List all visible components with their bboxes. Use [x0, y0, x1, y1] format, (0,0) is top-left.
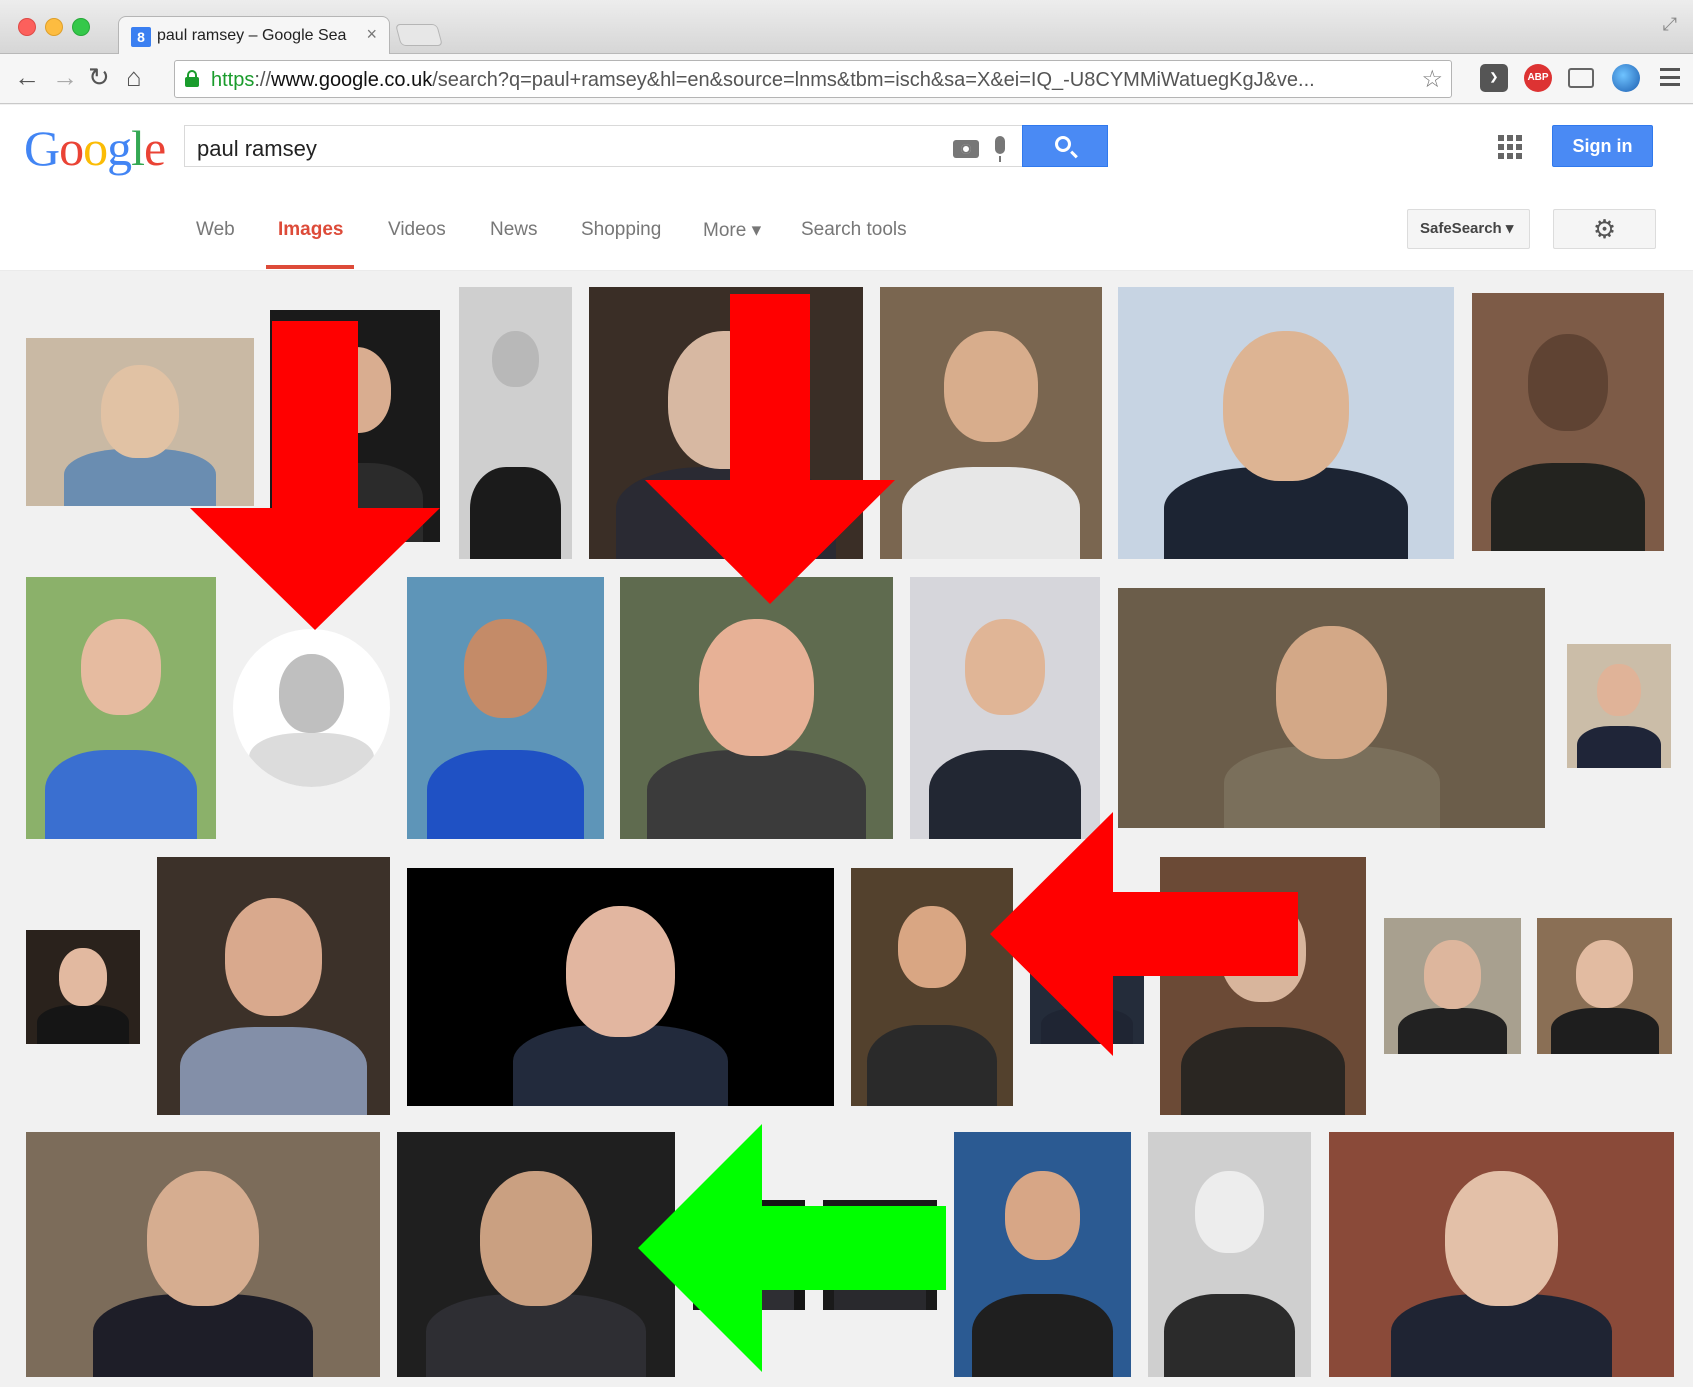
browser-tab[interactable]: 8 paul ramsey – Google Sear × — [118, 16, 390, 55]
image-result-thumbnail[interactable] — [1118, 287, 1454, 559]
nav-news[interactable]: News — [490, 219, 538, 241]
new-tab-button[interactable] — [395, 24, 443, 46]
title-bar: 8 paul ramsey – Google Sear × ⤢ — [0, 0, 1693, 55]
browser-window: 8 paul ramsey – Google Sear × ⤢ ← → ↻ ⌂ … — [0, 0, 1693, 1387]
google-logo[interactable]: Google — [24, 119, 166, 177]
image-result-thumbnail[interactable] — [1567, 644, 1671, 768]
image-result-thumbnail[interactable] — [26, 338, 254, 506]
image-result-thumbnail[interactable] — [1148, 1132, 1311, 1377]
image-result-thumbnail[interactable] — [620, 577, 893, 839]
image-result-thumbnail[interactable] — [26, 1132, 380, 1377]
safesearch-button[interactable]: SafeSearch ▾ — [1407, 209, 1530, 249]
nav-search-tools[interactable]: Search tools — [801, 219, 907, 241]
minimize-window-button[interactable] — [45, 18, 63, 36]
image-result-thumbnail[interactable] — [1118, 588, 1545, 828]
logo-letter: l — [131, 120, 145, 176]
image-result-thumbnail[interactable] — [823, 1200, 937, 1310]
search-nav: Web Images Videos News Shopping More ▾ S… — [0, 189, 1693, 271]
image-result-thumbnail[interactable] — [233, 629, 390, 787]
google-favicon-icon: 8 — [131, 27, 151, 47]
image-result-thumbnail[interactable] — [693, 1200, 805, 1310]
nav-shopping[interactable]: Shopping — [581, 219, 661, 241]
search-button[interactable] — [1022, 125, 1108, 167]
nav-images[interactable]: Images — [278, 219, 343, 241]
image-result-thumbnail[interactable] — [26, 930, 140, 1044]
image-result-thumbnail[interactable] — [407, 577, 604, 839]
browser-toolbar: ← → ↻ ⌂ https://www.google.co.uk/search?… — [0, 54, 1693, 104]
microphone-icon[interactable] — [995, 136, 1005, 162]
image-result-thumbnail[interactable] — [851, 868, 1013, 1106]
image-result-thumbnail[interactable] — [880, 287, 1102, 559]
forward-arrow-icon[interactable]: → — [52, 62, 78, 92]
zoom-window-button[interactable] — [72, 18, 90, 36]
pocket-icon[interactable]: ❯ — [1480, 64, 1508, 92]
image-result-thumbnail[interactable] — [407, 868, 834, 1106]
tab-close-icon[interactable]: × — [366, 24, 377, 45]
image-result-thumbnail[interactable] — [459, 287, 572, 559]
logo-letter: o — [59, 120, 84, 176]
image-result-thumbnail[interactable] — [1329, 1132, 1674, 1377]
nav-web[interactable]: Web — [196, 219, 235, 241]
image-result-thumbnail[interactable] — [397, 1132, 675, 1377]
search-input[interactable]: paul ramsey — [184, 125, 1024, 167]
image-result-thumbnail[interactable] — [157, 857, 390, 1115]
image-results-grid — [0, 272, 1693, 1387]
image-result-thumbnail[interactable] — [1030, 937, 1144, 1044]
image-result-thumbnail[interactable] — [1537, 918, 1672, 1054]
fullscreen-icon[interactable]: ⤢ — [1663, 14, 1677, 35]
back-arrow-icon[interactable]: ← — [14, 62, 40, 92]
cast-icon[interactable] — [1568, 68, 1594, 88]
image-result-thumbnail[interactable] — [1472, 293, 1664, 551]
address-bar[interactable]: https://www.google.co.uk/search?q=paul+r… — [174, 60, 1452, 98]
globe-icon[interactable] — [1612, 64, 1640, 92]
reload-icon[interactable]: ↻ — [88, 62, 110, 92]
image-result-thumbnail[interactable] — [26, 577, 216, 839]
image-result-thumbnail[interactable] — [910, 577, 1100, 839]
apps-grid-icon[interactable] — [1498, 135, 1522, 159]
nav-videos[interactable]: Videos — [388, 219, 446, 241]
home-icon[interactable]: ⌂ — [126, 62, 142, 92]
url-text: https://www.google.co.uk/search?q=paul+r… — [211, 69, 1315, 91]
bookmark-star-icon[interactable]: ☆ — [1421, 65, 1443, 94]
image-result-thumbnail[interactable] — [589, 287, 863, 559]
active-tab-underline — [266, 265, 354, 269]
logo-letter: o — [83, 120, 108, 176]
image-result-thumbnail[interactable] — [954, 1132, 1131, 1377]
nav-more[interactable]: More ▾ — [703, 219, 761, 242]
search-query-text: paul ramsey — [197, 136, 317, 161]
camera-icon[interactable] — [953, 140, 979, 158]
logo-letter: G — [24, 120, 60, 176]
close-window-button[interactable] — [18, 18, 36, 36]
logo-letter: e — [144, 120, 166, 176]
image-result-thumbnail[interactable] — [270, 310, 440, 542]
image-result-thumbnail[interactable] — [1160, 857, 1366, 1115]
settings-gear-icon[interactable]: ⚙ — [1553, 209, 1656, 249]
sign-in-button[interactable]: Sign in — [1552, 125, 1653, 167]
menu-icon[interactable] — [1660, 68, 1680, 86]
image-result-thumbnail[interactable] — [1384, 918, 1521, 1054]
adblock-plus-icon[interactable]: ABP — [1524, 64, 1552, 92]
lock-icon — [185, 70, 199, 87]
tab-title: paul ramsey – Google Sear — [157, 27, 347, 44]
search-icon — [1055, 136, 1071, 152]
google-header: Google paul ramsey Sign in — [0, 105, 1693, 189]
logo-letter: g — [107, 120, 132, 176]
